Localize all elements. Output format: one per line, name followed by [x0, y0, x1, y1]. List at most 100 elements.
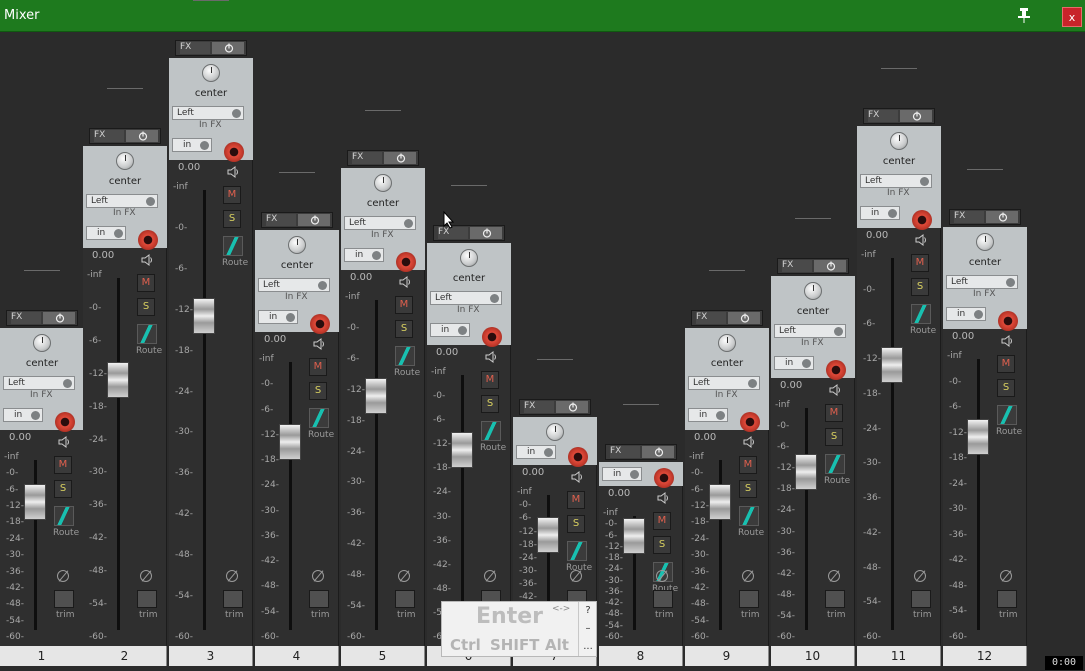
mute-button[interactable]: M: [567, 491, 585, 509]
osk-more-key[interactable]: ...: [579, 638, 597, 656]
fx-power-button[interactable]: [556, 401, 588, 413]
osk-alt-key[interactable]: Alt: [545, 636, 569, 654]
volume-fader[interactable]: [24, 484, 46, 520]
route-button[interactable]: [395, 346, 415, 366]
speaker-icon[interactable]: [656, 490, 670, 504]
fx-button[interactable]: FX: [6, 310, 78, 326]
onscreen-keyboard-overlay[interactable]: Enter <-> Ctrl SHIFT Alt ? – ...: [441, 601, 597, 657]
volume-fader[interactable]: [107, 362, 129, 398]
monitor-mode-select[interactable]: in: [430, 323, 470, 337]
solo-button[interactable]: S: [54, 480, 72, 498]
volume-fader[interactable]: [623, 518, 645, 554]
volume-fader[interactable]: [795, 454, 817, 490]
speaker-icon[interactable]: [828, 382, 842, 396]
trim-button[interactable]: [395, 590, 415, 608]
trim-button[interactable]: [653, 590, 673, 608]
pan-knob[interactable]: [546, 423, 564, 441]
fx-power-button[interactable]: [384, 152, 416, 164]
solo-button[interactable]: S: [395, 320, 413, 338]
volume-fader[interactable]: [365, 378, 387, 414]
volume-fader[interactable]: [279, 424, 301, 460]
monitor-mode-select[interactable]: in: [946, 307, 986, 321]
record-arm-button[interactable]: [396, 252, 416, 272]
input-channel-select[interactable]: Left: [258, 278, 330, 292]
track-number-2[interactable]: 2: [83, 646, 167, 666]
speaker-icon[interactable]: [914, 232, 928, 246]
volume-fader[interactable]: [451, 432, 473, 468]
mute-button[interactable]: M: [481, 371, 499, 389]
pan-knob[interactable]: [288, 236, 306, 254]
route-button[interactable]: [309, 408, 329, 428]
route-button[interactable]: [54, 506, 74, 526]
input-channel-select[interactable]: Left: [172, 106, 244, 120]
speaker-icon[interactable]: [140, 252, 154, 266]
mute-button[interactable]: M: [997, 355, 1015, 373]
solo-button[interactable]: S: [137, 298, 155, 316]
speaker-icon[interactable]: [398, 274, 412, 288]
input-channel-select[interactable]: Left: [688, 376, 760, 390]
pan-knob[interactable]: [804, 282, 822, 300]
osk-minimize-key[interactable]: –: [579, 620, 597, 638]
phase-invert-icon[interactable]: [914, 570, 926, 582]
input-channel-select[interactable]: Left: [344, 216, 416, 230]
volume-fader[interactable]: [881, 347, 903, 383]
input-channel-select[interactable]: Left: [946, 275, 1018, 289]
osk-shift-key[interactable]: SHIFT: [490, 636, 539, 654]
solo-button[interactable]: S: [825, 428, 843, 446]
trim-button[interactable]: [825, 590, 845, 608]
mute-button[interactable]: M: [309, 358, 327, 376]
record-arm-button[interactable]: [998, 311, 1018, 331]
mute-button[interactable]: M: [911, 254, 929, 272]
pan-knob[interactable]: [33, 334, 51, 352]
monitor-mode-select[interactable]: in: [602, 467, 642, 481]
fx-button[interactable]: FX: [777, 258, 849, 274]
fx-button[interactable]: FX: [175, 40, 247, 56]
record-arm-button[interactable]: [55, 412, 75, 432]
pin-icon[interactable]: [1017, 7, 1031, 23]
fx-power-button[interactable]: [298, 214, 330, 226]
trim-button[interactable]: [54, 590, 74, 608]
pan-knob[interactable]: [460, 249, 478, 267]
record-arm-button[interactable]: [654, 468, 674, 488]
osk-enter-key[interactable]: Enter: [476, 604, 543, 629]
track-number-12[interactable]: 12: [943, 646, 1027, 666]
fx-button[interactable]: FX: [89, 128, 161, 144]
fx-power-button[interactable]: [986, 211, 1018, 223]
route-button[interactable]: [481, 421, 501, 441]
fx-button[interactable]: FX: [519, 399, 591, 415]
pan-knob[interactable]: [374, 174, 392, 192]
pan-knob[interactable]: [116, 152, 134, 170]
fx-power-button[interactable]: [900, 110, 932, 122]
mute-button[interactable]: M: [137, 274, 155, 292]
pan-knob[interactable]: [718, 334, 736, 352]
close-button[interactable]: x: [1062, 7, 1082, 27]
track-number-8[interactable]: 8: [599, 646, 683, 666]
volume-fader[interactable]: [967, 419, 989, 455]
phase-invert-icon[interactable]: [828, 570, 840, 582]
record-arm-button[interactable]: [138, 230, 158, 250]
pan-knob[interactable]: [890, 132, 908, 150]
record-arm-button[interactable]: [224, 142, 244, 162]
route-button[interactable]: [223, 236, 243, 256]
solo-button[interactable]: S: [481, 395, 499, 413]
phase-invert-icon[interactable]: [226, 570, 238, 582]
fx-power-button[interactable]: [212, 42, 244, 54]
track-number-4[interactable]: 4: [255, 646, 339, 666]
trim-button[interactable]: [223, 590, 243, 608]
trim-button[interactable]: [137, 590, 157, 608]
route-button[interactable]: [137, 324, 157, 344]
mute-button[interactable]: M: [395, 296, 413, 314]
speaker-icon[interactable]: [742, 434, 756, 448]
input-channel-select[interactable]: Left: [860, 174, 932, 188]
monitor-mode-select[interactable]: in: [86, 226, 126, 240]
fx-button[interactable]: FX: [949, 209, 1021, 225]
phase-invert-icon[interactable]: [484, 570, 496, 582]
input-channel-select[interactable]: Left: [430, 291, 502, 305]
input-channel-select[interactable]: Left: [86, 194, 158, 208]
mute-button[interactable]: M: [739, 456, 757, 474]
solo-button[interactable]: S: [567, 515, 585, 533]
solo-button[interactable]: S: [911, 278, 929, 296]
route-button[interactable]: [825, 454, 845, 474]
phase-invert-icon[interactable]: [742, 570, 754, 582]
track-number-1[interactable]: 1: [0, 646, 84, 666]
